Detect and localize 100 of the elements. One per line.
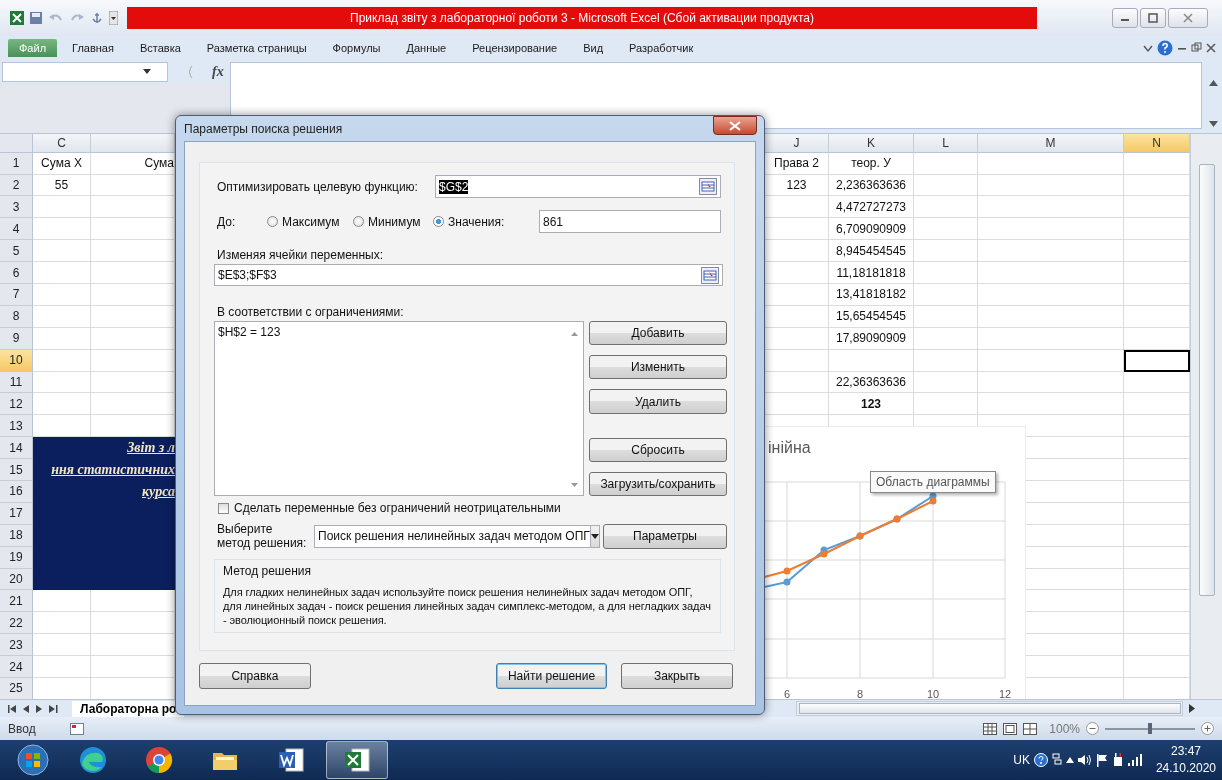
previous-sheet-icon[interactable] <box>23 704 30 713</box>
close-button[interactable] <box>713 116 757 135</box>
scroll-down-icon[interactable] <box>1208 120 1218 127</box>
data-point[interactable] <box>783 567 791 575</box>
ribbon-tab[interactable]: Вид <box>572 38 615 57</box>
radio-option[interactable]: Минимум <box>353 214 433 229</box>
variables-field[interactable]: $E$3;$F$3 <box>214 264 723 286</box>
vertical-scrollbar[interactable] <box>1190 133 1222 700</box>
clock-time[interactable]: 23:47 <box>1170 743 1201 761</box>
row-header[interactable]: 12 <box>0 393 33 416</box>
page-layout-icon[interactable] <box>1003 722 1018 735</box>
data-point[interactable] <box>820 550 828 558</box>
first-sheet-icon[interactable] <box>8 704 17 713</box>
row-header[interactable]: 4 <box>0 218 33 241</box>
horizontal-scrollbar[interactable] <box>796 701 1183 717</box>
dialog-button[interactable]: Добавить <box>589 321 727 346</box>
data-point[interactable] <box>783 578 791 586</box>
maximize-button[interactable] <box>1140 7 1166 28</box>
help-icon[interactable] <box>1033 753 1048 768</box>
save-icon[interactable] <box>29 10 43 25</box>
zoom-in-icon[interactable] <box>1201 722 1214 736</box>
radio-option[interactable]: Значения: <box>433 214 539 229</box>
zoom-level[interactable]: 100% <box>1049 721 1080 736</box>
parameters-button[interactable]: Параметры <box>603 523 727 549</box>
zoom-slider-thumb[interactable] <box>1148 722 1152 734</box>
constraint-item[interactable]: $H$2 = 123 <box>218 325 281 339</box>
dialog-button[interactable]: Справка <box>199 663 311 689</box>
ribbon-tab[interactable]: Вставка <box>128 38 192 57</box>
resize-handle-icon[interactable] <box>186 64 194 79</box>
row-header[interactable]: 9 <box>0 327 33 350</box>
insert-function-button[interactable]: fx <box>212 63 224 80</box>
radio-option[interactable]: Максимум <box>267 214 353 229</box>
customize-caret-icon[interactable] <box>109 10 118 25</box>
restore-icon[interactable] <box>1191 42 1202 54</box>
ribbon-tab[interactable]: Разработчик <box>618 38 705 57</box>
page-break-icon[interactable] <box>1023 722 1038 735</box>
ribbon-tab[interactable]: Разметка страницы <box>195 38 318 57</box>
data-point[interactable] <box>929 497 937 505</box>
ribbon-tab[interactable]: Главная <box>61 38 125 57</box>
language-indicator[interactable]: UK <box>1013 753 1030 768</box>
row-header[interactable]: 6 <box>0 262 33 284</box>
row-header[interactable]: 18 <box>0 524 33 547</box>
anchor-icon[interactable] <box>90 10 104 25</box>
row-header[interactable]: 20 <box>0 568 33 591</box>
zoom-out-icon[interactable] <box>1086 722 1099 736</box>
target-value-field[interactable]: 861 <box>539 210 721 233</box>
dialog-button[interactable]: Закрыть <box>621 663 733 689</box>
dialog-button[interactable]: Найти решение <box>496 663 607 689</box>
row-header[interactable]: 13 <box>0 415 33 438</box>
row-header[interactable]: 2 <box>0 174 33 197</box>
minimize-button[interactable] <box>1112 7 1138 28</box>
collapse-dialog-icon[interactable] <box>701 266 719 284</box>
scroll-up-icon[interactable] <box>571 332 578 336</box>
dialog-button[interactable]: Удалить <box>589 389 727 414</box>
normal-view-icon[interactable] <box>983 722 998 735</box>
scroll-right-icon[interactable] <box>1189 704 1196 714</box>
row-header[interactable]: 23 <box>0 634 33 657</box>
row-header[interactable]: 15 <box>0 459 33 481</box>
show-hidden-icons[interactable] <box>1065 757 1074 764</box>
row-header[interactable]: 11 <box>0 371 33 394</box>
last-sheet-icon[interactable] <box>49 704 58 713</box>
signal-icon[interactable] <box>1127 754 1142 767</box>
sheet-tab[interactable]: Лабораторна ро <box>72 700 185 717</box>
dropdown-arrow-icon[interactable] <box>590 533 599 539</box>
next-sheet-icon[interactable] <box>36 704 43 713</box>
row-header[interactable]: 14 <box>0 437 33 460</box>
dialog-button[interactable]: Сбросить <box>589 437 727 462</box>
selected-cell[interactable] <box>1124 349 1190 372</box>
scroll-down-icon[interactable] <box>571 483 578 487</box>
speaker-icon[interactable] <box>1077 754 1092 767</box>
row-header[interactable]: 22 <box>0 612 33 635</box>
row-header[interactable]: 7 <box>0 284 33 306</box>
row-header[interactable]: 10 <box>0 349 33 372</box>
close-icon[interactable] <box>1206 42 1216 53</box>
ribbon-tab[interactable]: Данные <box>395 38 458 57</box>
collapse-dialog-icon[interactable] <box>699 178 717 195</box>
row-header[interactable]: 24 <box>0 656 33 679</box>
objective-field[interactable]: $G$2 <box>435 175 721 198</box>
caret-icon[interactable] <box>143 69 151 75</box>
row-header[interactable]: 19 <box>0 546 33 569</box>
row-header[interactable]: 8 <box>0 305 33 328</box>
scroll-up-icon[interactable] <box>1208 79 1218 86</box>
dialog-button[interactable]: Загрузить/сохранить <box>589 471 727 496</box>
method-select[interactable]: Поиск решения нелинейных задач методом ОПГ <box>314 524 600 548</box>
dialog-button[interactable]: Изменить <box>589 355 727 380</box>
row-header[interactable]: 25 <box>0 678 33 700</box>
clock-date[interactable]: 24.10.2020 <box>1155 760 1216 778</box>
row-header[interactable]: 16 <box>0 481 33 503</box>
macro-record-icon[interactable] <box>70 722 84 735</box>
ribbon-tab[interactable]: Формулы <box>321 38 392 57</box>
constraints-list[interactable]: $H$2 = 123 <box>214 321 584 496</box>
row-header[interactable]: 3 <box>0 196 33 219</box>
flag-icon[interactable] <box>1095 753 1108 767</box>
ribbon-tab[interactable]: Рецензирование <box>461 38 569 57</box>
row-header[interactable]: 5 <box>0 240 33 263</box>
network-icon[interactable] <box>1051 753 1062 768</box>
row-header[interactable]: 21 <box>0 590 33 613</box>
row-header[interactable]: 1 <box>0 152 33 175</box>
row-header[interactable]: 17 <box>0 502 33 525</box>
spreadsheet-app-button[interactable] <box>326 741 388 780</box>
